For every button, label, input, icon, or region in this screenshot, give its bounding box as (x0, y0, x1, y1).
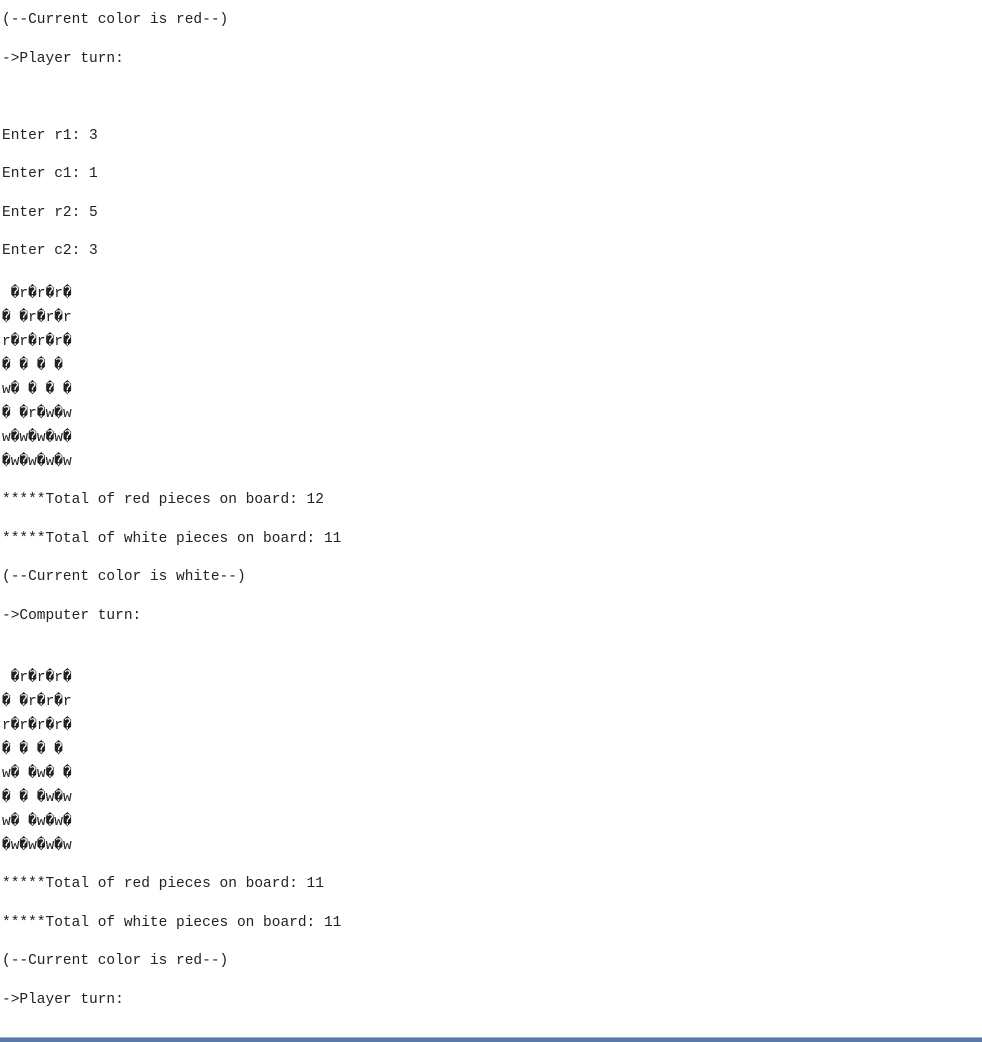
board-row: r�r�r�r� (2, 718, 72, 734)
board-row: � �r�w�w (2, 406, 72, 422)
board-row: � �r�r�r (2, 310, 72, 326)
board-row: �w�w�w�w (2, 454, 72, 470)
board-row: w� �w�w� (2, 814, 72, 830)
turn-line: ->Player turn: (2, 51, 124, 67)
board-row: �w�w�w�w (2, 838, 72, 854)
current-color-line: (--Current color is white--) (2, 569, 246, 585)
input-c2: Enter c2: 3 (2, 243, 98, 259)
white-total-line: *****Total of white pieces on board: 11 (2, 915, 342, 931)
red-total-line: *****Total of red pieces on board: 12 (2, 492, 324, 508)
board-row: �r�r�r� (2, 286, 72, 302)
board-row: w� �w� � (2, 766, 72, 782)
board-row: w� � � � (2, 382, 72, 398)
board-row: � � �w�w (2, 790, 72, 806)
board-row: r�r�r�r� (2, 334, 72, 350)
input-r2: Enter r2: 5 (2, 205, 98, 221)
board-row: w�w�w�w� (2, 430, 72, 446)
current-color-line: (--Current color is red--) (2, 12, 229, 28)
board-row: �r�r�r� (2, 670, 72, 686)
board-row: � � � � (2, 742, 64, 758)
white-total-line: *****Total of white pieces on board: 11 (2, 531, 342, 547)
input-r1: Enter r1: 3 (2, 128, 98, 144)
turn-line: ->Computer turn: (2, 608, 142, 624)
console-output: (--Current color is red--) ->Player turn… (0, 0, 982, 1038)
turn-line: ->Player turn: (2, 992, 124, 1008)
board-row: � �r�r�r (2, 694, 72, 710)
current-color-line: (--Current color is red--) (2, 953, 229, 969)
red-total-line: *****Total of red pieces on board: 11 (2, 876, 324, 892)
window-bottom-border (0, 1037, 982, 1042)
input-c1: Enter c1: 1 (2, 166, 98, 182)
board-row: � � � � (2, 358, 64, 374)
